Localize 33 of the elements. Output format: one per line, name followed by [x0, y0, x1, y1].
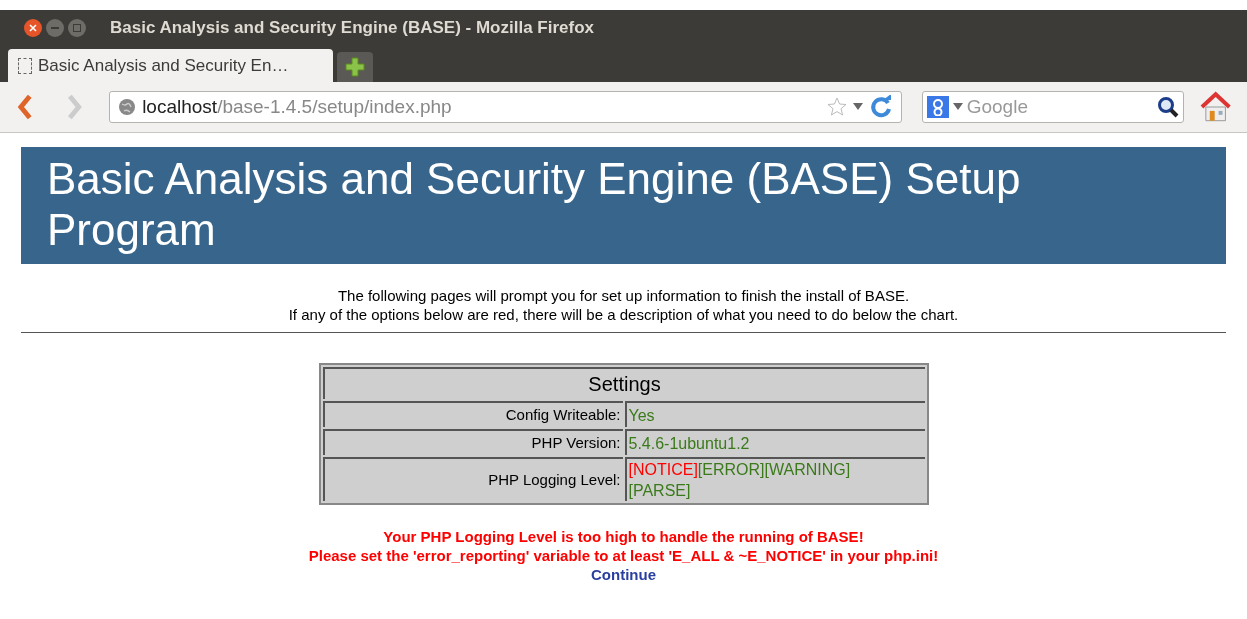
reload-icon[interactable] — [868, 95, 893, 119]
window-title: Basic Analysis and Security Engine (BASE) - Mozilla Firefox — [110, 16, 594, 39]
table-heading: Settings — [322, 367, 925, 399]
url-text: localhost/base-1.4.5/setup/index.php — [142, 94, 452, 119]
search-icon[interactable] — [1156, 96, 1179, 118]
maximize-button[interactable] — [68, 18, 86, 37]
home-icon[interactable] — [1199, 91, 1231, 123]
plus-icon — [345, 57, 365, 77]
page-header: Basic Analysis and Security Engine (BASE) Setup Program — [21, 147, 1226, 264]
setting-label: PHP Logging Level: — [322, 457, 623, 501]
setting-label: Config Writeable: — [322, 401, 623, 427]
address-field[interactable]: localhost/base-1.4.5/setup/index.php — [109, 91, 902, 123]
star-icon[interactable] — [826, 97, 847, 117]
setting-value: 5.4.6-1ubuntu1.2 — [624, 429, 925, 455]
search-input[interactable]: Google — [966, 92, 1153, 122]
search-field[interactable]: Google — [921, 91, 1184, 123]
globe-icon — [118, 98, 137, 116]
new-tab-button[interactable] — [337, 52, 373, 82]
page-icon — [18, 57, 32, 74]
setting-value: [NOTICE][ERROR][WARNING] [PARSE] — [624, 457, 925, 501]
intro-text: If any of the options below are red, there will be a description of what you need to do below the chart. — [288, 305, 959, 324]
setting-label: PHP Version: — [322, 429, 623, 455]
browser-tab[interactable]: Basic Analysis and Security En… — [8, 49, 333, 82]
dropdown-icon[interactable] — [852, 103, 863, 111]
setting-value: Yes — [624, 401, 925, 427]
search-engine-icon[interactable] — [926, 96, 949, 118]
intro-text: The following pages will prompt you for set up information to finish the install of BASE. — [337, 286, 910, 305]
close-icon — [29, 23, 37, 32]
error-message: Please set the 'error_reporting' variable to at least 'E_ALL & ~E_NOTICE' in your php.ini! — [308, 546, 939, 565]
dropdown-icon[interactable] — [952, 103, 963, 111]
close-button[interactable] — [24, 18, 42, 37]
continue-link[interactable]: Continue — [591, 565, 656, 584]
error-message: Your PHP Logging Level is too high to handle the running of BASE! — [383, 527, 864, 546]
